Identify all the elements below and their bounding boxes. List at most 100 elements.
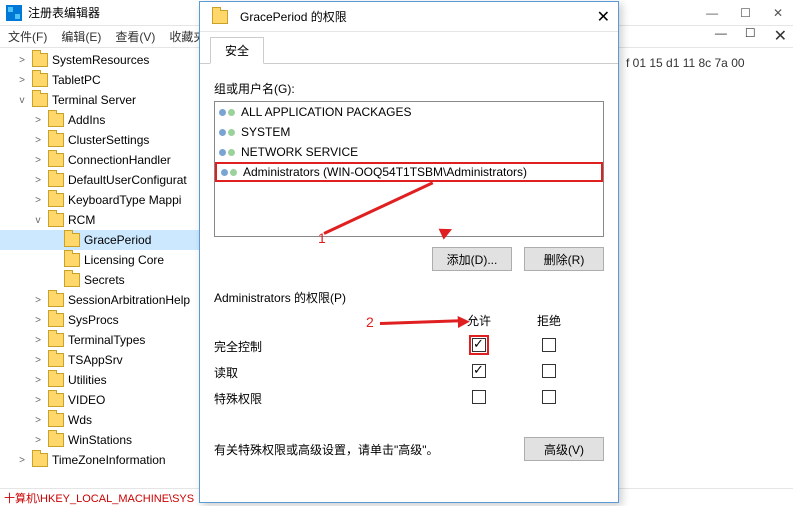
- tree-item-label: TSAppSrv: [68, 353, 123, 367]
- menu-edit[interactable]: 编辑(E): [61, 28, 101, 45]
- expand-icon[interactable]: v: [32, 215, 44, 226]
- dialog-titlebar[interactable]: GracePeriod 的权限 ✕: [200, 2, 618, 32]
- checkbox-allow[interactable]: [472, 364, 486, 378]
- checkbox-deny[interactable]: [542, 364, 556, 378]
- tree-item-addins[interactable]: >AddIns: [0, 110, 199, 130]
- group-icon: [219, 105, 235, 119]
- folder-icon: [48, 133, 64, 147]
- expand-icon[interactable]: >: [32, 155, 44, 166]
- tree-item-sessionarbitrationhelp[interactable]: >SessionArbitrationHelp: [0, 290, 199, 310]
- checkbox-deny[interactable]: [542, 338, 556, 352]
- expand-icon[interactable]: >: [32, 435, 44, 446]
- user-row[interactable]: NETWORK SERVICE: [215, 142, 603, 162]
- tree-item-rcm[interactable]: vRCM: [0, 210, 199, 230]
- tree-item-tabletpc[interactable]: > TabletPC: [0, 70, 199, 90]
- tab-security[interactable]: 安全: [210, 37, 264, 64]
- expand-icon[interactable]: >: [32, 355, 44, 366]
- folder-icon: [48, 313, 64, 327]
- folder-icon: [64, 273, 80, 287]
- user-name: ALL APPLICATION PACKAGES: [241, 105, 412, 119]
- registry-tree[interactable]: > SystemResources > TabletPC v Terminal Serve…: [0, 50, 200, 488]
- window-buttons: — ☐ ✕: [706, 6, 783, 20]
- perm-name: 读取: [214, 364, 444, 381]
- minimize-icon[interactable]: —: [715, 26, 727, 46]
- folder-icon: [32, 73, 48, 87]
- user-name: SYSTEM: [241, 125, 290, 139]
- annotation-label-1: 1: [318, 230, 326, 246]
- menu-file[interactable]: 文件(F): [8, 28, 47, 45]
- user-row[interactable]: SYSTEM: [215, 122, 603, 142]
- regedit-icon: [6, 5, 22, 21]
- expand-icon[interactable]: >: [32, 335, 44, 346]
- tree-item-graceperiod[interactable]: GracePeriod: [0, 230, 199, 250]
- minimize-button[interactable]: —: [706, 6, 718, 20]
- maximize-button[interactable]: ☐: [740, 6, 751, 20]
- dialog-body: 组或用户名(G): ALL APPLICATION PACKAGES SYSTEM…: [200, 64, 618, 471]
- checkbox-allow[interactable]: [472, 390, 486, 404]
- tree-item-terminal-server[interactable]: v Terminal Server: [0, 90, 199, 110]
- user-row[interactable]: ALL APPLICATION PACKAGES: [215, 102, 603, 122]
- groups-label: 组或用户名(G):: [214, 80, 604, 97]
- folder-icon: [32, 93, 48, 107]
- perm-name: 特殊权限: [214, 390, 444, 407]
- close-icon[interactable]: ✕: [774, 26, 787, 46]
- advanced-button[interactable]: 高级(V): [524, 437, 604, 461]
- expand-icon[interactable]: >: [16, 75, 28, 86]
- menu-view[interactable]: 查看(V): [115, 28, 155, 45]
- tree-item-label: Licensing Core: [84, 253, 164, 267]
- expand-icon[interactable]: >: [16, 455, 28, 466]
- secondary-window-buttons: — ☐ ✕: [715, 26, 787, 46]
- tree-item-timezoneinformation[interactable]: >TimeZoneInformation: [0, 450, 199, 470]
- user-name: Administrators (WIN-OOQ54T1TSBM\Administ…: [243, 165, 527, 179]
- folder-icon: [48, 393, 64, 407]
- tree-item-wds[interactable]: >Wds: [0, 410, 199, 430]
- tree-item-terminaltypes[interactable]: >TerminalTypes: [0, 330, 199, 350]
- checkbox-allow[interactable]: [472, 338, 486, 352]
- tree-item-label: SystemResources: [52, 53, 149, 67]
- close-button[interactable]: ✕: [773, 6, 783, 20]
- expand-icon[interactable]: >: [32, 395, 44, 406]
- special-note-row: 有关特殊权限或高级设置，请单击"高级"。 高级(V): [214, 437, 604, 461]
- expand-icon[interactable]: >: [32, 195, 44, 206]
- tree-item-keyboardtype-mappi[interactable]: >KeyboardType Mappi: [0, 190, 199, 210]
- tree-item-video[interactable]: > VIDEO: [0, 390, 199, 410]
- hex-text: f 01 15 d1 11 8c 7a 00: [626, 56, 787, 70]
- expand-icon[interactable]: >: [32, 315, 44, 326]
- tree-item-utilities[interactable]: >Utilities: [0, 370, 199, 390]
- checkbox-deny[interactable]: [542, 390, 556, 404]
- maximize-icon[interactable]: ☐: [745, 26, 756, 46]
- tree-item-label: TabletPC: [52, 73, 101, 87]
- dialog-close-button[interactable]: ✕: [597, 7, 610, 27]
- tree-item-label: Terminal Server: [52, 93, 136, 107]
- tree-item-clustersettings[interactable]: > ClusterSettings: [0, 130, 199, 150]
- col-allow: 允许: [444, 312, 514, 329]
- expand-icon[interactable]: >: [32, 295, 44, 306]
- tree-item-secrets[interactable]: Secrets: [0, 270, 199, 290]
- tree-item-licensing-core[interactable]: Licensing Core: [0, 250, 199, 270]
- user-list[interactable]: ALL APPLICATION PACKAGES SYSTEM NETWORK SE…: [214, 101, 604, 237]
- tree-item-label: VIDEO: [68, 393, 105, 407]
- group-icon: [221, 165, 237, 179]
- expand-icon[interactable]: >: [32, 175, 44, 186]
- add-button[interactable]: 添加(D)...: [432, 247, 512, 271]
- perm-row: 特殊权限: [214, 385, 604, 411]
- tree-item-winstations[interactable]: >WinStations: [0, 430, 199, 450]
- expand-icon[interactable]: >: [32, 415, 44, 426]
- folder-icon: [48, 333, 64, 347]
- user-row[interactable]: Administrators (WIN-OOQ54T1TSBM\Administ…: [215, 162, 603, 182]
- tree-item-label: Secrets: [84, 273, 125, 287]
- tree-item-connectionhandler[interactable]: >ConnectionHandler: [0, 150, 199, 170]
- expand-icon[interactable]: >: [32, 375, 44, 386]
- expand-icon[interactable]: >: [32, 135, 44, 146]
- tree-item-defaultuserconfigurat[interactable]: >DefaultUserConfigurat: [0, 170, 199, 190]
- expand-icon[interactable]: v: [16, 95, 28, 106]
- tree-item-label: ClusterSettings: [68, 133, 149, 147]
- tree-item-sysprocs[interactable]: >SysProcs: [0, 310, 199, 330]
- tree-item-systemresources[interactable]: > SystemResources: [0, 50, 199, 70]
- remove-button[interactable]: 删除(R): [524, 247, 604, 271]
- tree-item-tsappsrv[interactable]: > TSAppSrv: [0, 350, 199, 370]
- hex-value-pane: — ☐ ✕ f 01 15 d1 11 8c 7a 00: [620, 50, 793, 488]
- expand-icon[interactable]: >: [32, 115, 44, 126]
- expand-icon[interactable]: >: [16, 55, 28, 66]
- tab-strip: 安全: [200, 36, 618, 64]
